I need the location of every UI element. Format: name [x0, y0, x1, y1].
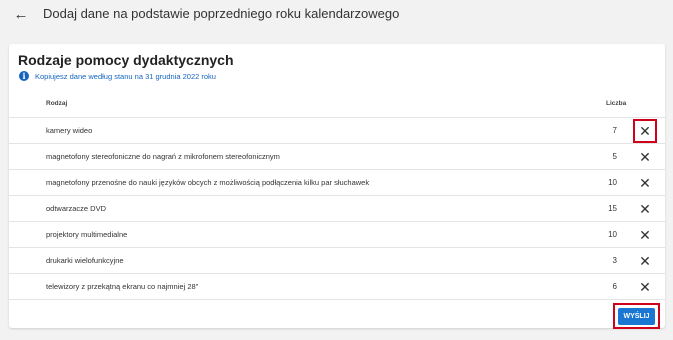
table-row: magnetofony przenośne do nauki języków o…: [9, 169, 665, 195]
row-count: 10: [608, 230, 617, 239]
table-row: drukarki wielofunkcyjne 3 ✕: [9, 247, 665, 273]
table-row: magnetofony stereofoniczne do nagrań z m…: [9, 143, 665, 169]
table-row: telewizory z przekątną ekranu co najmnie…: [9, 273, 665, 299]
column-header-rodzaj: Rodzaj: [46, 100, 68, 107]
info-notice: i Kopiujesz dane według stanu na 31 grud…: [19, 71, 216, 81]
top-bar: ← Dodaj dane na podstawie poprzedniego r…: [0, 0, 673, 36]
table-row: kamery wideo 7 ✕: [9, 117, 665, 143]
row-count: 6: [612, 282, 617, 291]
card-title: Rodzaje pomocy dydaktycznych: [18, 52, 234, 68]
row-count: 3: [612, 256, 617, 265]
row-count: 5: [612, 152, 617, 161]
row-name: magnetofony przenośne do nauki języków o…: [46, 178, 370, 187]
row-count: 10: [608, 178, 617, 187]
row-name: projektory multimedialne: [46, 230, 128, 239]
divider: [9, 299, 665, 300]
send-button-highlight: WYŚLIJ: [613, 303, 660, 329]
row-name: odtwarzacze DVD: [46, 204, 107, 213]
back-arrow-icon[interactable]: ←: [12, 5, 30, 23]
row-name: kamery wideo: [46, 126, 93, 135]
delete-icon[interactable]: ✕: [633, 275, 657, 299]
delete-icon[interactable]: ✕: [633, 223, 657, 247]
delete-icon[interactable]: ✕: [633, 197, 657, 221]
delete-icon[interactable]: ✕: [633, 171, 657, 195]
delete-icon[interactable]: ✕: [633, 119, 657, 143]
row-count: 15: [608, 204, 617, 213]
delete-icon[interactable]: ✕: [633, 249, 657, 273]
page-title: Dodaj dane na podstawie poprzedniego rok…: [43, 6, 400, 21]
row-name: drukarki wielofunkcyjne: [46, 256, 124, 265]
table-row: odtwarzacze DVD 15 ✕: [9, 195, 665, 221]
column-header-liczba: Liczba: [606, 100, 627, 107]
table-row: projektory multimedialne 10 ✕: [9, 221, 665, 247]
row-name: telewizory z przekątną ekranu co najmnie…: [46, 282, 199, 291]
row-name: magnetofony stereofoniczne do nagrań z m…: [46, 152, 280, 161]
content-card: Rodzaje pomocy dydaktycznych i Kopiujesz…: [9, 44, 665, 329]
info-icon: i: [19, 71, 29, 81]
info-text: Kopiujesz dane według stanu na 31 grudni…: [35, 71, 216, 81]
delete-icon[interactable]: ✕: [633, 145, 657, 169]
send-button[interactable]: WYŚLIJ: [618, 307, 655, 325]
row-count: 7: [612, 126, 617, 135]
